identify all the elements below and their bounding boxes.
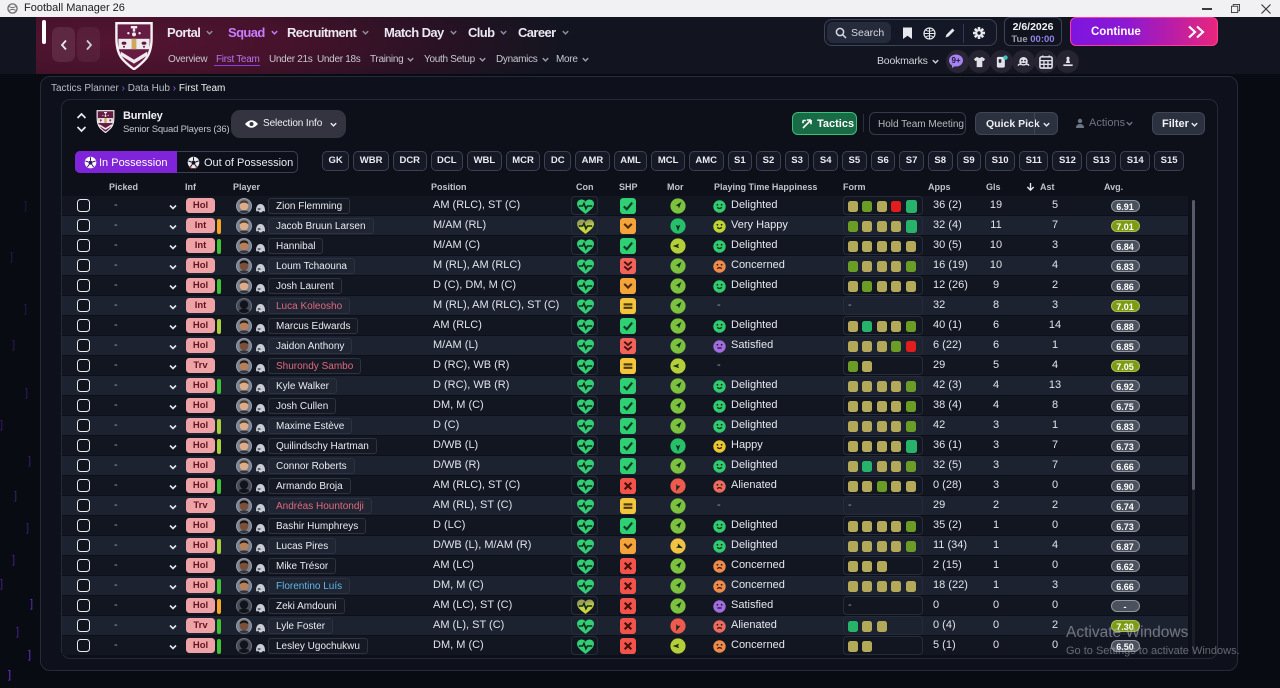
svg-text:9+: 9+ [951,56,960,65]
